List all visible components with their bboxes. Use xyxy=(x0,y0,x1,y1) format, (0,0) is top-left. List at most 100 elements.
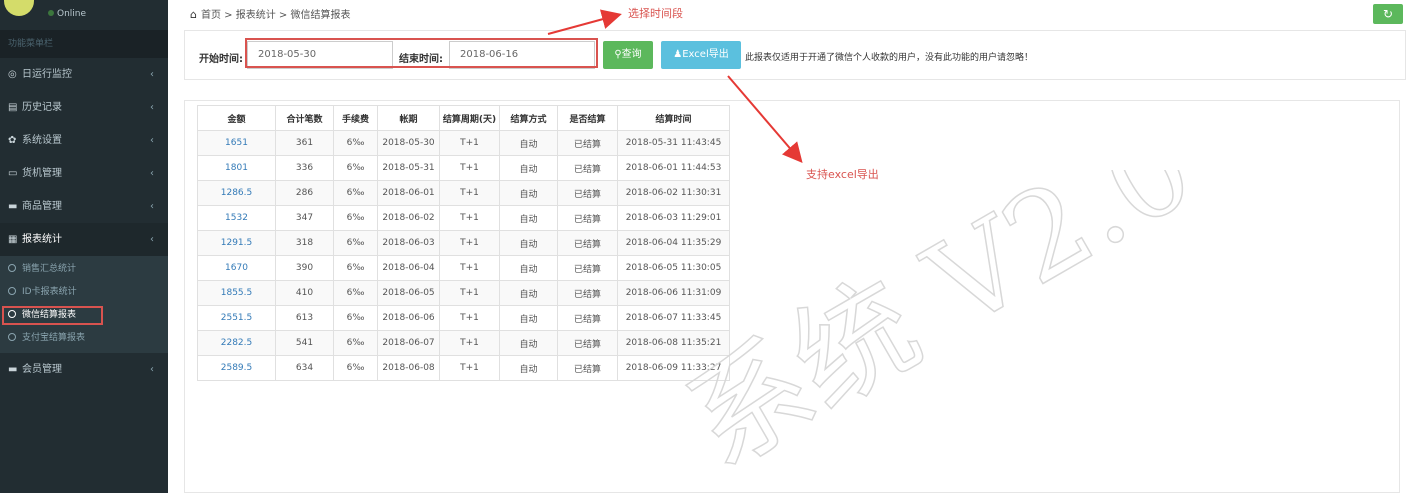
col-settled: 是否结算 xyxy=(557,105,618,131)
chevron-left-icon: ‹ xyxy=(150,201,154,212)
amount-cell[interactable]: 2589.5 xyxy=(197,355,276,381)
table-row: 2589.5 634 6‰ 2018-06-08 T+1 自动 已结算 2018-06-09 … xyxy=(197,355,730,381)
col-amount: 金额 xyxy=(197,105,276,131)
table-row: 1532 347 6‰ 2018-06-02 T+1 自动 已结算 2018-06-03 11… xyxy=(197,205,730,231)
history-icon: ▤ xyxy=(8,102,18,113)
sidebar-item-products[interactable]: ▬ 商品管理 ‹ xyxy=(0,190,168,223)
amount-cell[interactable]: 1286.5 xyxy=(197,180,276,206)
table-cell: 336 xyxy=(275,155,334,181)
highlight-box xyxy=(2,306,103,325)
table-cell: 已结算 xyxy=(557,305,618,331)
table-header-row: 金额 合计笔数 手续费 帐期 结算周期(天) 结算方式 是否结算 结算时间 xyxy=(197,105,730,131)
table-cell: 2018-06-09 11:33:27 xyxy=(617,355,730,381)
period-highlight-box xyxy=(245,38,598,68)
table-cell: 2018-06-05 xyxy=(377,280,440,306)
amount-cell[interactable]: 1651 xyxy=(197,130,276,156)
table-cell: 347 xyxy=(275,205,334,231)
table-cell: 361 xyxy=(275,130,334,156)
circle-icon xyxy=(8,333,16,341)
avatar[interactable] xyxy=(4,0,34,16)
chevron-left-icon: ‹ xyxy=(150,135,154,146)
table-cell: 2018-06-04 11:35:29 xyxy=(617,230,730,256)
table-cell: 已结算 xyxy=(557,180,618,206)
query-button[interactable]: ⚲查询 xyxy=(603,41,653,69)
table-row: 1651 361 6‰ 2018-05-30 T+1 自动 已结算 2018-05-31 11… xyxy=(197,130,730,156)
sub-item-wechat-settlement[interactable]: 微信结算报表 xyxy=(0,304,168,327)
table-cell: T+1 xyxy=(439,205,500,231)
table-cell: 6‰ xyxy=(333,280,378,306)
excel-export-button[interactable]: ♟Excel导出 xyxy=(661,41,741,69)
table-cell: 6‰ xyxy=(333,130,378,156)
table-cell: 2018-06-03 11:29:01 xyxy=(617,205,730,231)
table-cell: 6‰ xyxy=(333,255,378,281)
table-row: 1286.5 286 6‰ 2018-06-01 T+1 自动 已结算 2018-06-02 … xyxy=(197,180,730,206)
user-icon: ♟ xyxy=(673,49,683,60)
annotation-excel-export: 支持excel导出 xyxy=(806,168,879,181)
table-cell: 已结算 xyxy=(557,205,618,231)
table-cell: 已结算 xyxy=(557,155,618,181)
amount-cell[interactable]: 1855.5 xyxy=(197,280,276,306)
table-cell: 2018-06-06 xyxy=(377,305,440,331)
table-cell: 自动 xyxy=(499,130,558,156)
breadcrumb-home[interactable]: 首页 xyxy=(201,10,221,21)
table-cell: 6‰ xyxy=(333,180,378,206)
table-cell: 自动 xyxy=(499,355,558,381)
table-cell: 2018-06-07 11:33:45 xyxy=(617,305,730,331)
sidebar-item-machines[interactable]: ▭ 货机管理 ‹ xyxy=(0,157,168,190)
amount-cell[interactable]: 1532 xyxy=(197,205,276,231)
table-cell: 2018-06-08 11:35:21 xyxy=(617,330,730,356)
user-panel: Online xyxy=(0,0,168,30)
table-row: 2282.5 541 6‰ 2018-06-07 T+1 自动 已结算 2018-06-08 … xyxy=(197,330,730,356)
table-icon: ▦ xyxy=(8,234,18,245)
table-cell: 6‰ xyxy=(333,330,378,356)
table-row: 1291.5 318 6‰ 2018-06-03 T+1 自动 已结算 2018-06-04 … xyxy=(197,230,730,256)
sidebar: Online 功能菜单栏 ◎ 日运行监控 ‹ ▤ 历史记录 ‹ ✿ 系统设置 ‹ ▭ 货… xyxy=(0,0,168,493)
sidebar-item-reports[interactable]: ▦ 报表统计 ‹ xyxy=(0,223,168,256)
table-cell: 6‰ xyxy=(333,205,378,231)
table-cell: T+1 xyxy=(439,305,500,331)
table-body: 1651 361 6‰ 2018-05-30 T+1 自动 已结算 2018-05-31 11… xyxy=(197,130,730,381)
table-cell: 2018-06-08 xyxy=(377,355,440,381)
sidebar-item-members[interactable]: ▬ 会员管理 ‹ xyxy=(0,353,168,386)
table-cell: T+1 xyxy=(439,155,500,181)
amount-cell[interactable]: 2282.5 xyxy=(197,330,276,356)
table-cell: 6‰ xyxy=(333,230,378,256)
amount-cell[interactable]: 1801 xyxy=(197,155,276,181)
table-cell: 已结算 xyxy=(557,280,618,306)
annotation-select-period: 选择时间段 xyxy=(628,7,683,20)
table-cell: 自动 xyxy=(499,205,558,231)
home-icon[interactable]: ⌂ xyxy=(190,8,197,21)
table-cell: 已结算 xyxy=(557,255,618,281)
chevron-left-icon: ‹ xyxy=(150,234,154,245)
table-row: 2551.5 613 6‰ 2018-06-06 T+1 自动 已结算 2018-06-07 … xyxy=(197,305,730,331)
sidebar-item-settings[interactable]: ✿ 系统设置 ‹ xyxy=(0,124,168,157)
table-cell: 自动 xyxy=(499,330,558,356)
table-cell: 6‰ xyxy=(333,355,378,381)
col-period: 帐期 xyxy=(377,105,440,131)
col-count: 合计笔数 xyxy=(275,105,334,131)
amount-cell[interactable]: 1291.5 xyxy=(197,230,276,256)
search-icon: ⚲ xyxy=(614,49,622,60)
refresh-icon: ↻ xyxy=(1382,7,1394,21)
cart-icon: ▬ xyxy=(8,201,18,212)
refresh-button[interactable]: ↻ xyxy=(1373,4,1403,24)
sub-item-alipay-settlement[interactable]: 支付宝结算报表 xyxy=(0,327,168,350)
sidebar-item-history[interactable]: ▤ 历史记录 ‹ xyxy=(0,91,168,124)
breadcrumb-section[interactable]: 报表统计 xyxy=(236,10,276,21)
table-cell: 自动 xyxy=(499,280,558,306)
circle-icon xyxy=(8,264,16,272)
chevron-left-icon: ‹ xyxy=(150,168,154,179)
notice-text: 此报表仅适用于开通了微信个人收款的用户，没有此功能的用户请忽略！ xyxy=(745,53,1034,63)
sub-item-sales-summary[interactable]: 销售汇总统计 xyxy=(0,258,168,281)
table-cell: 2018-05-31 xyxy=(377,155,440,181)
sidebar-item-monitor[interactable]: ◎ 日运行监控 ‹ xyxy=(0,58,168,91)
table-cell: 已结算 xyxy=(557,230,618,256)
table-cell: 已结算 xyxy=(557,355,618,381)
sub-item-idcard-report[interactable]: ID卡报表统计 xyxy=(0,281,168,304)
amount-cell[interactable]: 2551.5 xyxy=(197,305,276,331)
table-cell: 自动 xyxy=(499,305,558,331)
circle-icon xyxy=(8,287,16,295)
amount-cell[interactable]: 1670 xyxy=(197,255,276,281)
gauge-icon: ◎ xyxy=(8,69,17,80)
table-cell: 390 xyxy=(275,255,334,281)
